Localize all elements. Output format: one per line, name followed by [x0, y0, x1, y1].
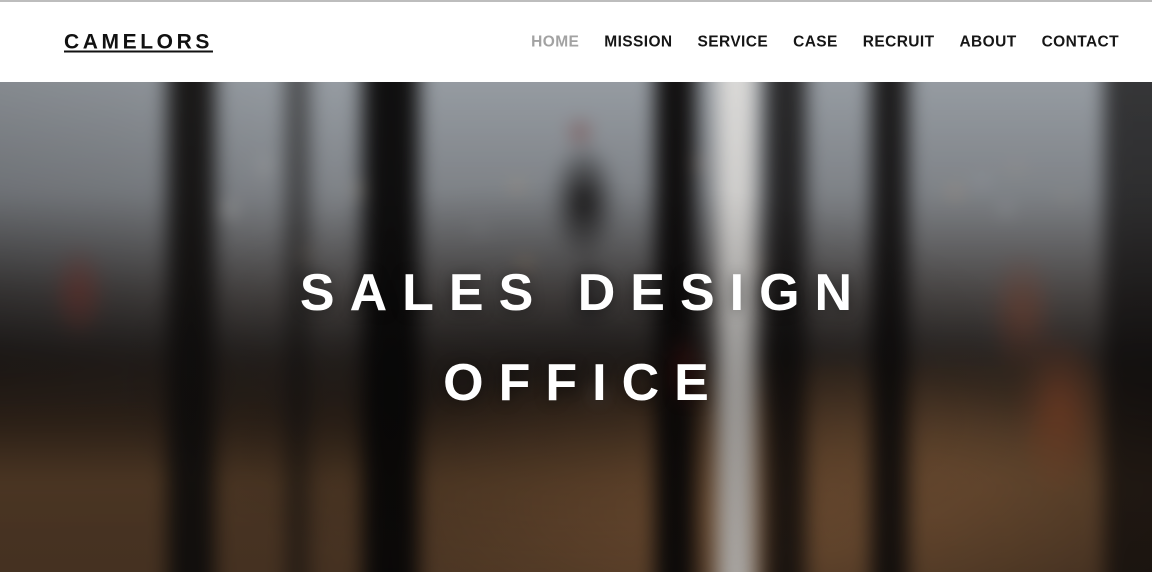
- main-navigation: HOME MISSION SERVICE CASE RECRUIT ABOUT CONTAC…: [531, 34, 1119, 50]
- hero-title-line-1: SALES DESIGN: [299, 264, 868, 322]
- nav-link-about[interactable]: ABOUT: [959, 34, 1016, 50]
- nav-link-home[interactable]: HOME: [531, 34, 579, 50]
- top-rule-divider: [0, 0, 1152, 2]
- nav-link-mission[interactable]: MISSION: [604, 34, 672, 50]
- nav-link-case[interactable]: CASE: [793, 34, 838, 50]
- hero-section: SALES DESIGN OFFICE: [0, 82, 1152, 572]
- hero-title: SALES DESIGN OFFICE: [285, 248, 867, 428]
- hero-title-line-2: OFFICE: [443, 354, 724, 412]
- site-logo[interactable]: CAMELORS: [64, 32, 213, 53]
- nav-link-recruit[interactable]: RECRUIT: [863, 34, 935, 50]
- page-root: CAMELORS HOME MISSION SERVICE CASE RECRUIT AB…: [0, 0, 1152, 572]
- nav-link-contact[interactable]: CONTACT: [1042, 34, 1119, 50]
- nav-link-service[interactable]: SERVICE: [698, 34, 769, 50]
- site-header: CAMELORS HOME MISSION SERVICE CASE RECRUIT AB…: [0, 2, 1152, 82]
- hero-content: SALES DESIGN OFFICE: [0, 82, 1152, 572]
